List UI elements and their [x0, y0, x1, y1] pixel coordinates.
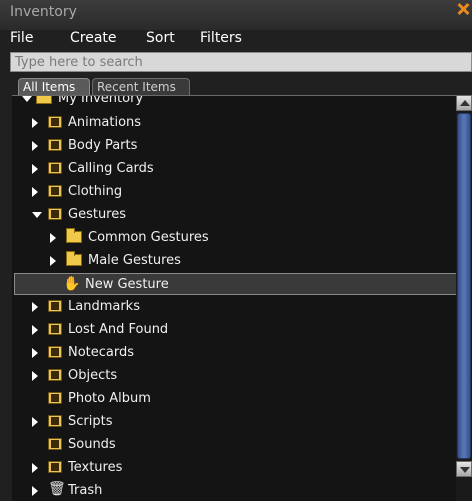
- trash-icon: 🗑: [48, 481, 66, 497]
- tree-item-label: Sounds: [68, 437, 116, 452]
- expand-arrow-icon[interactable]: [32, 348, 38, 358]
- folder-icon: [66, 228, 82, 243]
- tree-item-label: Trash: [68, 483, 103, 498]
- tree-item-gestures[interactable]: Gestures: [32, 204, 432, 226]
- tree-item-clothing[interactable]: Clothing: [32, 181, 432, 203]
- title-bar: Inventory: [0, 0, 472, 30]
- window-title: Inventory: [10, 4, 77, 20]
- tree-item-textures[interactable]: Textures: [32, 457, 432, 479]
- tree-item-label: Scripts: [68, 414, 113, 429]
- tree-item-label: Notecards: [68, 345, 135, 360]
- tree-item-male-gestures[interactable]: Male Gestures: [50, 250, 430, 272]
- photoalbum-icon: [48, 392, 62, 404]
- gesture-hand-icon: ✋: [63, 276, 81, 292]
- tab-recent-items[interactable]: Recent Items: [92, 78, 190, 96]
- expand-arrow-icon[interactable]: [32, 486, 38, 496]
- tree-item-calling-cards[interactable]: Calling Cards: [32, 158, 432, 180]
- object-icon: [48, 369, 62, 381]
- notecard-icon: [48, 346, 62, 358]
- tab-all-items[interactable]: All Items: [18, 78, 90, 96]
- tree-item-objects[interactable]: Objects: [32, 365, 432, 387]
- tree-item-new-gesture[interactable]: ✋ New Gesture: [14, 273, 468, 295]
- expand-arrow-icon[interactable]: [32, 325, 38, 335]
- inventory-tree: My Inventory Animations Body Parts Calli…: [12, 95, 472, 501]
- menu-bar: File Create Sort Filters: [0, 30, 472, 52]
- folder-icon: [36, 96, 52, 104]
- folder-icon: [66, 251, 82, 266]
- tree-item-label: New Gesture: [85, 277, 169, 292]
- expand-arrow-icon[interactable]: [32, 118, 38, 128]
- scroll-thumb[interactable]: [457, 113, 471, 459]
- scroll-up-button[interactable]: [456, 95, 472, 111]
- tree-item-landmarks[interactable]: Landmarks: [32, 296, 432, 318]
- expand-arrow-icon[interactable]: [32, 212, 42, 218]
- script-icon: [48, 415, 62, 427]
- tree-item-lost-and-found[interactable]: Lost And Found: [32, 319, 432, 341]
- callingcard-icon: [48, 162, 62, 174]
- gesture-icon: [48, 208, 62, 220]
- expand-arrow-icon[interactable]: [32, 371, 38, 381]
- animation-icon: [48, 116, 62, 128]
- tree-item-scripts[interactable]: Scripts: [32, 411, 432, 433]
- lostandfound-icon: [48, 323, 62, 335]
- expand-arrow-icon[interactable]: [50, 256, 56, 266]
- tree-item-label: Objects: [68, 368, 118, 383]
- tree-item-label: Male Gestures: [88, 253, 181, 268]
- tree-item-trash[interactable]: 🗑 Trash: [32, 480, 432, 501]
- landmark-icon: [48, 300, 62, 312]
- tree-item-label: Landmarks: [68, 299, 140, 314]
- tree-item-label: Calling Cards: [68, 161, 154, 176]
- expand-arrow-icon[interactable]: [32, 463, 38, 473]
- tree-item-photo-album[interactable]: Photo Album: [32, 388, 432, 410]
- tree-item-label: Animations: [68, 115, 142, 130]
- clothing-icon: [48, 185, 62, 197]
- expand-arrow-icon[interactable]: [32, 302, 38, 312]
- expand-arrow-icon[interactable]: [50, 233, 56, 243]
- tree-item-notecards[interactable]: Notecards: [32, 342, 432, 364]
- tree-item-label: Lost And Found: [68, 322, 169, 337]
- tree-item-body-parts[interactable]: Body Parts: [32, 135, 432, 157]
- bodyparts-icon: [48, 139, 62, 151]
- tree-item-label: Body Parts: [68, 138, 138, 153]
- menu-filters[interactable]: Filters: [200, 30, 242, 46]
- tree-item-label: Textures: [68, 460, 123, 475]
- menu-sort[interactable]: Sort: [146, 30, 175, 46]
- tree-item-label: Clothing: [68, 184, 123, 199]
- search-input[interactable]: [10, 52, 472, 72]
- tree-item-common-gestures[interactable]: Common Gestures: [50, 227, 430, 249]
- expand-arrow-icon[interactable]: [32, 417, 38, 427]
- tree-item-label: Photo Album: [68, 391, 151, 406]
- menu-create[interactable]: Create: [70, 30, 117, 46]
- tree-item-sounds[interactable]: Sounds: [32, 434, 432, 456]
- sound-icon: [48, 438, 62, 450]
- expand-arrow-icon[interactable]: [22, 96, 32, 102]
- expand-arrow-icon[interactable]: [32, 187, 38, 197]
- scroll-down-button[interactable]: [456, 461, 472, 477]
- tree-root-row[interactable]: My Inventory: [22, 95, 422, 110]
- tree-root-label: My Inventory: [58, 95, 144, 106]
- close-icon[interactable]: [456, 2, 470, 16]
- texture-icon: [48, 461, 62, 473]
- tree-item-animations[interactable]: Animations: [32, 112, 432, 134]
- vertical-scrollbar[interactable]: [456, 95, 472, 501]
- expand-arrow-icon[interactable]: [32, 141, 38, 151]
- tree-item-label: Gestures: [68, 207, 127, 222]
- tree-item-label: Common Gestures: [88, 230, 209, 245]
- expand-arrow-icon[interactable]: [32, 164, 38, 174]
- menu-file[interactable]: File: [10, 30, 33, 46]
